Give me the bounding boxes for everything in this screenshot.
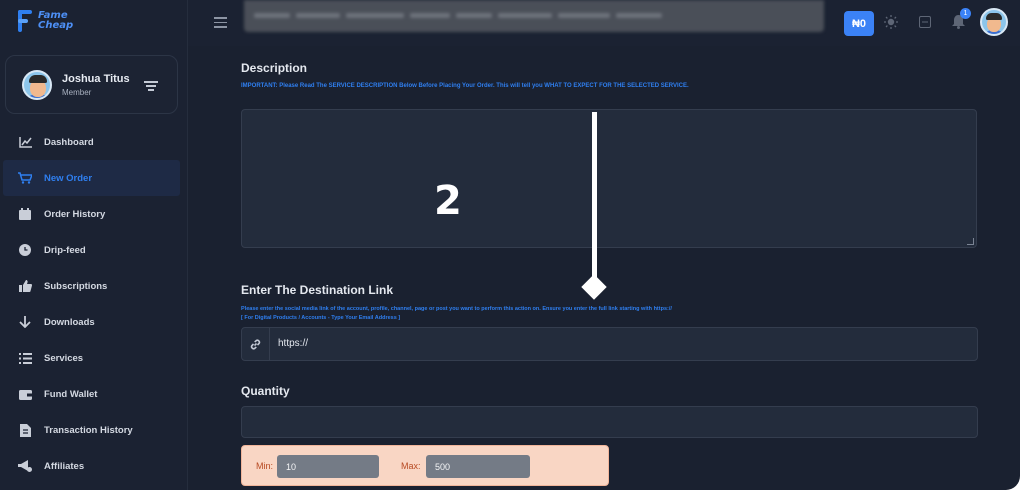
wallet-balance-button[interactable]: ₦0: [844, 11, 874, 36]
description-textarea[interactable]: [241, 109, 977, 248]
annotation-number: 2: [434, 178, 462, 224]
sidebar-nav: Dashboard New Order Order History Drip-f…: [0, 124, 188, 484]
user-profile-card: Joshua Titus Member: [5, 55, 178, 114]
user-avatar-button[interactable]: [980, 8, 1008, 36]
new-order-form: Description IMPORTANT: Please Read The S…: [216, 46, 1004, 490]
link-icon: [242, 328, 270, 360]
sidebar-item-transaction-history[interactable]: Transaction History: [0, 412, 188, 448]
sidebar-item-label: Order History: [44, 208, 106, 220]
min-label: Min:: [256, 461, 274, 471]
sidebar-item-label: Transaction History: [44, 424, 133, 436]
sidebar-item-label: Services: [44, 352, 84, 364]
min-max-panel: Min: 10 Max: 500: [241, 445, 609, 486]
destination-link-note: Please enter the social media link of th…: [241, 306, 672, 312]
sidebar: Fame Cheap Joshua Titus Member Dashboard: [0, 0, 188, 490]
sun-icon[interactable]: [883, 14, 899, 30]
sidebar-item-fund-wallet[interactable]: Fund Wallet: [0, 376, 188, 412]
sidebar-item-label: New Order: [44, 172, 93, 184]
thumbs-up-icon: [18, 279, 32, 293]
screenshot-frame: Fame Cheap Joshua Titus Member Dashboard: [0, 0, 1024, 492]
profile-name: Joshua Titus: [62, 73, 130, 85]
sidebar-item-services[interactable]: Services: [0, 340, 188, 376]
profile-role: Member: [62, 88, 92, 97]
destination-link-value: https://: [278, 338, 309, 349]
min-value-field: 10: [277, 455, 379, 478]
quantity-heading: Quantity: [241, 384, 290, 398]
arrow-down-icon: [18, 315, 32, 329]
megaphone-icon: [18, 459, 32, 473]
receipt-icon: [18, 423, 32, 437]
clock-icon: [18, 243, 32, 257]
destination-link-input[interactable]: https://: [241, 327, 978, 361]
resize-handle-icon[interactable]: [967, 238, 974, 245]
brand-logo[interactable]: Fame Cheap: [16, 8, 73, 34]
sidebar-item-drip-feed[interactable]: Drip-feed: [0, 232, 188, 268]
quantity-input[interactable]: [241, 406, 978, 438]
sidebar-item-label: Subscriptions: [44, 280, 108, 292]
sidebar-item-label: Affiliates: [44, 460, 85, 472]
topbar: ₦0 1: [188, 0, 1020, 46]
max-label: Max:: [401, 461, 421, 471]
hamburger-menu-icon[interactable]: [214, 16, 227, 28]
blurred-announcement-bar: [244, 0, 824, 32]
calendar-icon: [18, 207, 32, 221]
logo-text: Fame Cheap: [38, 11, 73, 31]
sidebar-item-label: Fund Wallet: [44, 388, 98, 400]
sidebar-item-affiliates[interactable]: Affiliates: [0, 448, 188, 484]
filter-icon[interactable]: [144, 80, 158, 92]
logo-icon: [16, 8, 34, 34]
fullscreen-icon[interactable]: [917, 14, 933, 30]
app-window: Fame Cheap Joshua Titus Member Dashboard: [0, 0, 1020, 490]
sidebar-item-label: Drip-feed: [44, 244, 86, 256]
avatar: [22, 70, 52, 100]
logo-line-2: Cheap: [38, 20, 74, 31]
sidebar-item-order-history[interactable]: Order History: [0, 196, 188, 232]
description-heading: Description: [241, 61, 308, 75]
sidebar-item-dashboard[interactable]: Dashboard: [0, 124, 188, 160]
sidebar-item-new-order[interactable]: New Order: [3, 160, 180, 196]
chart-icon: [18, 135, 32, 149]
description-note: IMPORTANT: Please Read The SERVICE DESCR…: [241, 83, 689, 89]
sidebar-item-label: Dashboard: [44, 136, 94, 148]
max-value: 500: [435, 461, 451, 472]
digital-products-note: [ For Digital Products / Accounts - Type…: [241, 315, 401, 321]
cart-icon: [18, 171, 32, 185]
sidebar-item-label: Downloads: [44, 316, 95, 328]
annotation-arrow-line: [592, 112, 597, 278]
notification-count-badge: 1: [960, 8, 971, 19]
wallet-icon: [18, 387, 32, 401]
max-value-field: 500: [426, 455, 530, 478]
list-icon: [18, 351, 32, 365]
sidebar-item-downloads[interactable]: Downloads: [0, 304, 188, 340]
destination-link-heading: Enter The Destination Link: [241, 283, 394, 297]
sidebar-item-subscriptions[interactable]: Subscriptions: [0, 268, 188, 304]
min-value: 10: [286, 461, 297, 472]
